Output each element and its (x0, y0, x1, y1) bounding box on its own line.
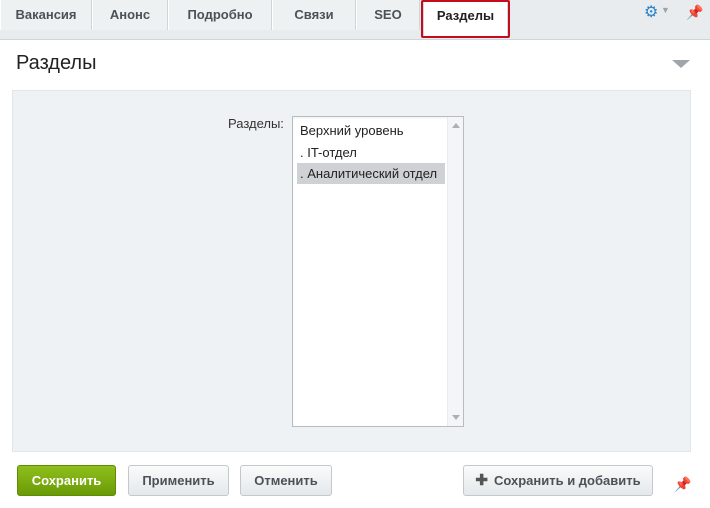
apply-button[interactable]: Применить (128, 465, 229, 496)
tab-links[interactable]: Связи (272, 0, 356, 30)
pin-icon[interactable]: 📌 (686, 4, 703, 21)
list-item[interactable]: . IT-отдел (297, 142, 445, 163)
tab-announce[interactable]: Анонс (92, 0, 168, 30)
chevron-down-icon[interactable]: ▼ (661, 5, 670, 15)
scroll-down-icon[interactable] (452, 415, 460, 420)
cancel-button[interactable]: Отменить (240, 465, 332, 496)
list-item[interactable]: Верхний уровень (297, 120, 445, 141)
sections-label: Разделы: (228, 116, 284, 131)
scrollbar[interactable] (447, 117, 463, 426)
save-and-add-label: Сохранить и добавить (493, 473, 641, 488)
triangle-down-icon[interactable] (672, 60, 690, 68)
list-item-selected[interactable]: . Аналитический отдел (297, 163, 445, 184)
save-button[interactable]: Сохранить (17, 465, 116, 496)
tab-details[interactable]: Подробно (168, 0, 272, 30)
panel-title: Разделы (16, 52, 97, 74)
sections-listbox[interactable]: Верхний уровень . IT-отдел . Аналитическ… (292, 116, 464, 427)
pin-icon[interactable]: 📌 (674, 476, 691, 493)
scroll-up-icon[interactable] (452, 123, 460, 128)
tab-sections[interactable]: Разделы (423, 0, 508, 38)
tab-seo[interactable]: SEO (356, 0, 420, 30)
plus-icon: ✚ (475, 472, 488, 489)
tab-vacancy[interactable]: Вакансия (0, 0, 92, 30)
save-and-add-button[interactable]: ✚ Сохранить и добавить (463, 465, 653, 496)
gear-icon[interactable]: ⚙ (644, 5, 660, 21)
tab-bar: Вакансия Анонс Подробно Связи SEO Раздел… (0, 0, 710, 40)
